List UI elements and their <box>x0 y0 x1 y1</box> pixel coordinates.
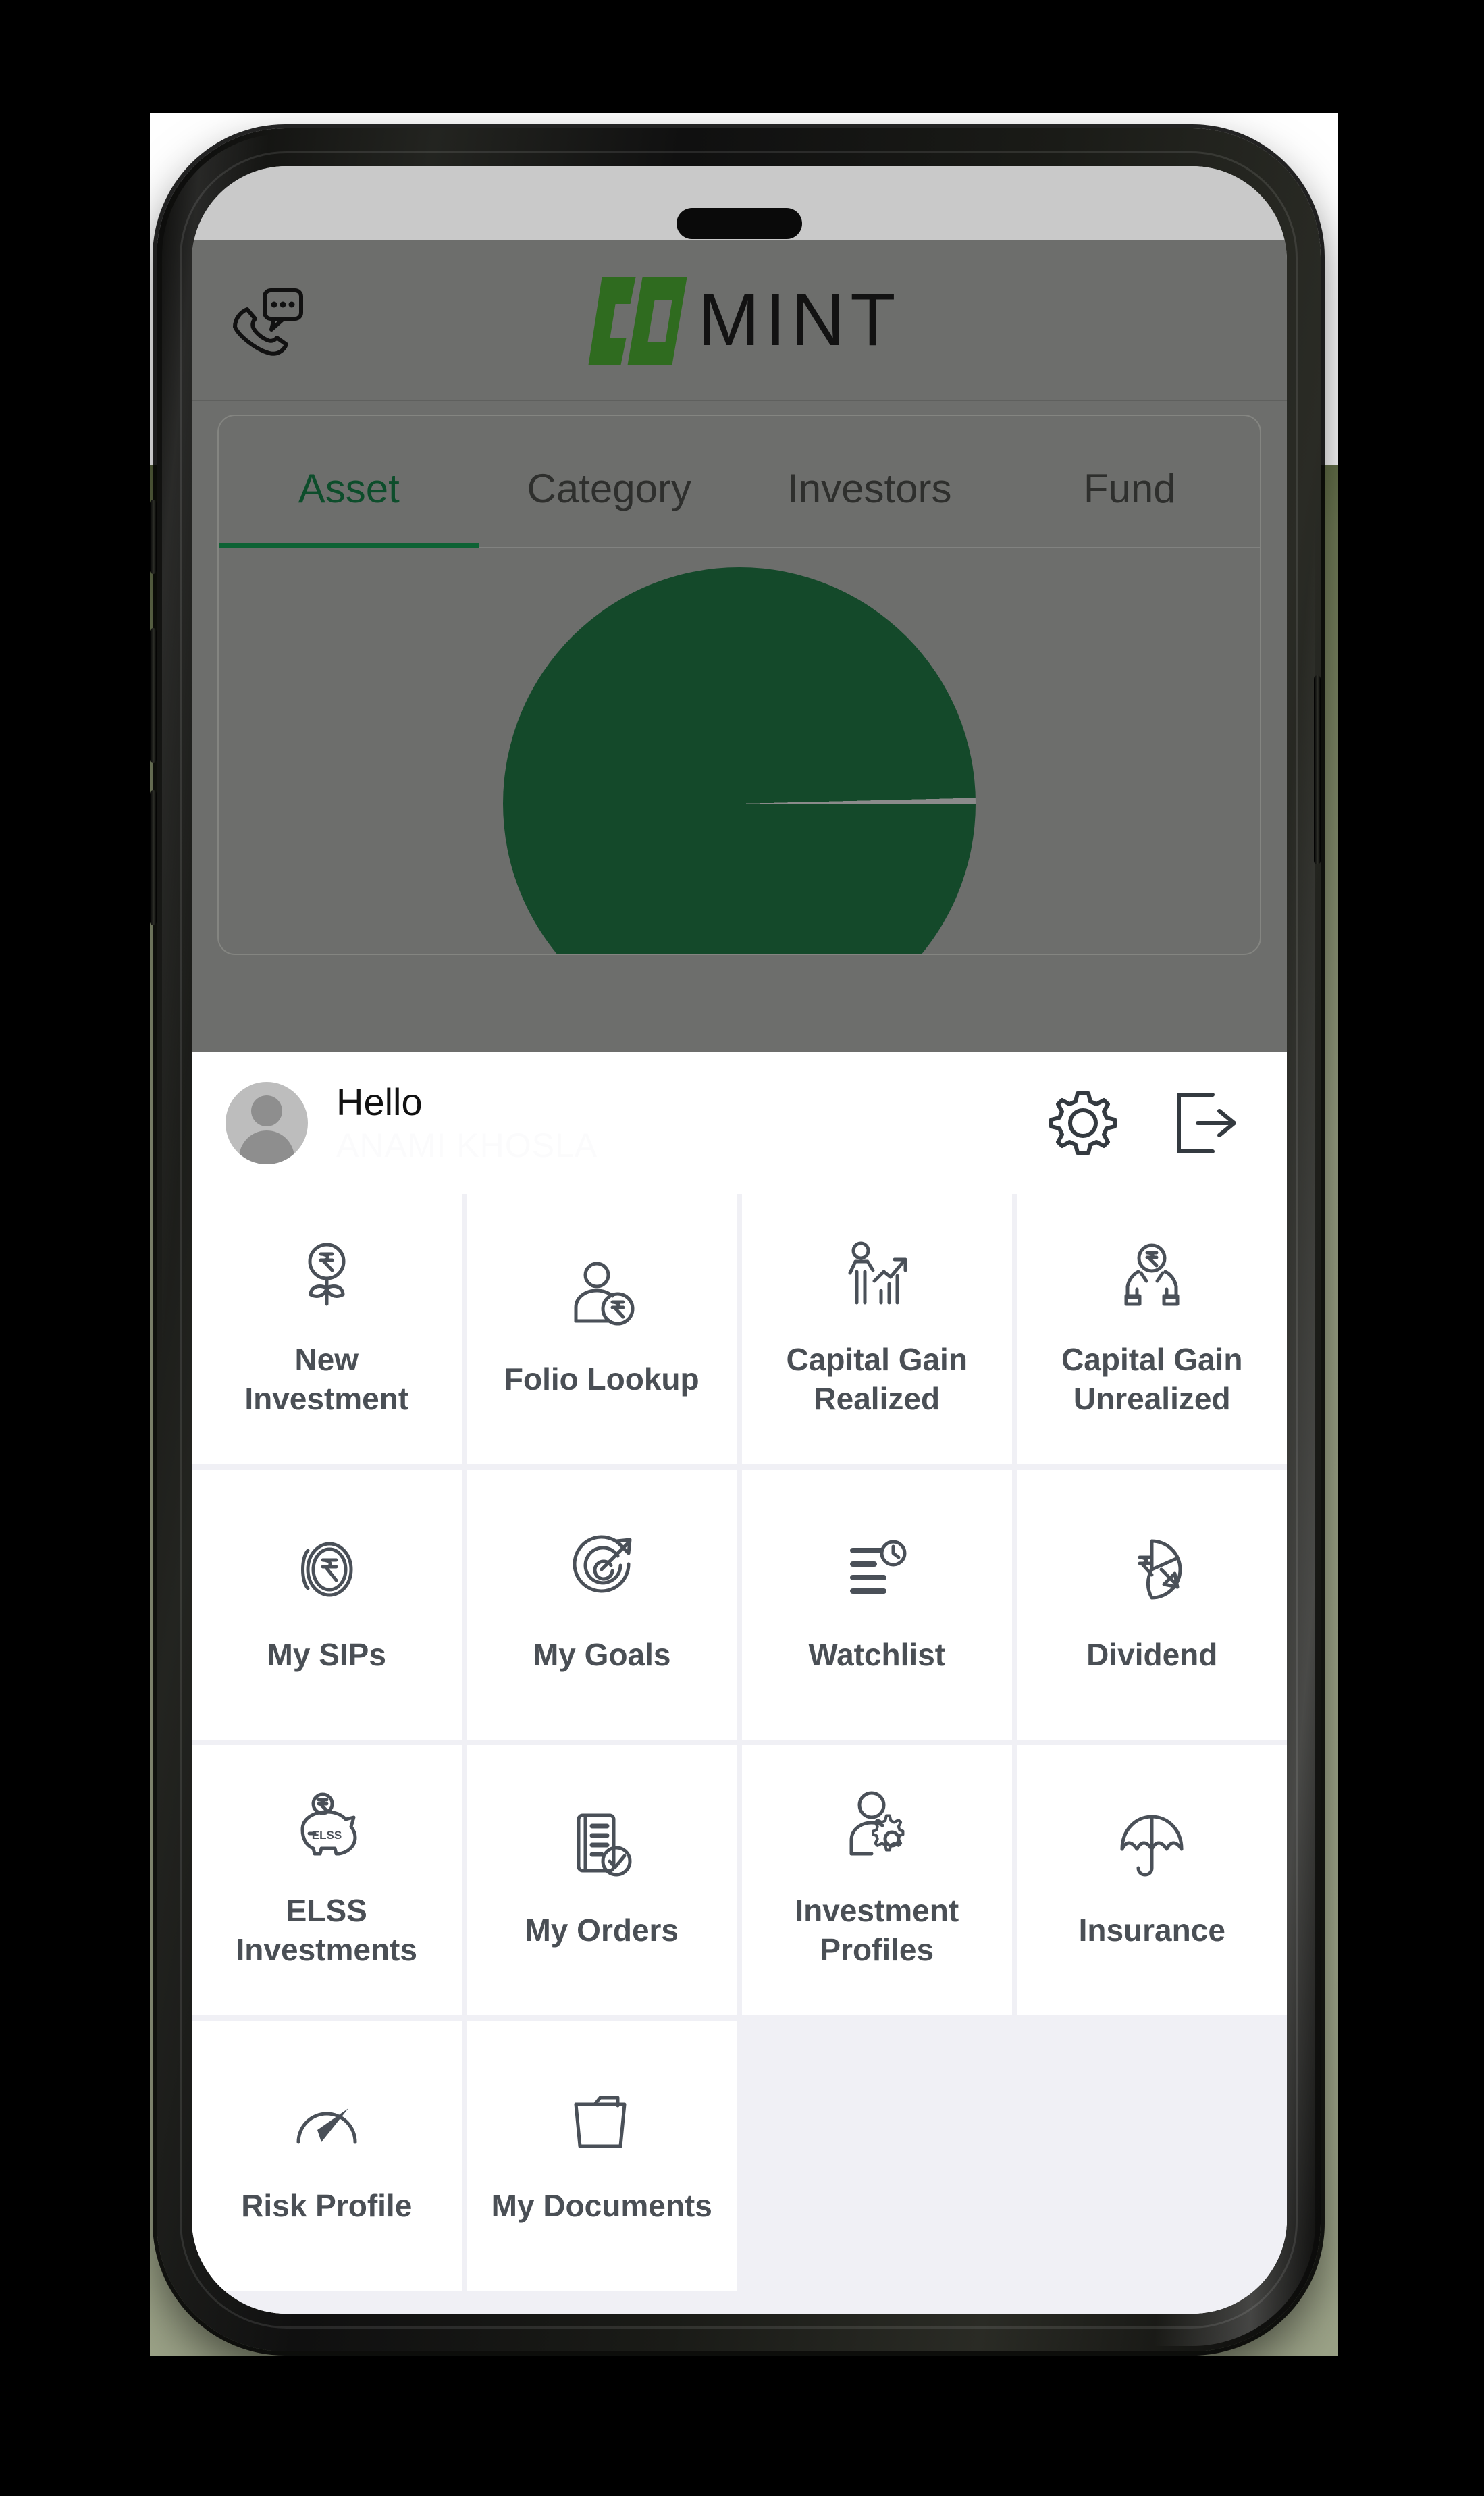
avatar[interactable] <box>226 1082 308 1164</box>
allocation-tabs: Asset Category Investors Fund <box>219 416 1260 548</box>
tab-investors[interactable]: Investors <box>739 465 1000 547</box>
person-growth-chart-icon <box>842 1239 912 1309</box>
tab-fund[interactable]: Fund <box>1000 465 1261 547</box>
menu-tile-my-orders[interactable]: My Orders <box>467 1745 737 2015</box>
menu-tile-label: Investment Profiles <box>795 1893 959 1967</box>
menu-grid: New Investment Folio Lookup Capital Gain… <box>192 1194 1287 2314</box>
profile-actions <box>1048 1088 1253 1158</box>
document-check-icon <box>566 1810 637 1880</box>
phone-chat-support-icon[interactable] <box>230 288 305 359</box>
pie-rupee-icon <box>1117 1534 1187 1605</box>
brand-logo: MINT <box>578 273 901 367</box>
phone-left-button-voldn[interactable] <box>150 790 157 925</box>
menu-tile-dividend[interactable]: Dividend <box>1017 1470 1287 1740</box>
menu-tile-elss-investments[interactable]: ELSS ELSS Investments <box>192 1745 462 2015</box>
menu-tile-my-documents[interactable]: My Documents <box>467 2021 737 2291</box>
tab-asset[interactable]: Asset <box>219 465 479 548</box>
menu-tile-label: My Goals <box>532 1637 671 1673</box>
phone-right-button-power[interactable] <box>1314 675 1321 864</box>
menu-tile-label: Insurance <box>1078 1913 1225 1948</box>
menu-tile-investment-profiles[interactable]: Investment Profiles <box>742 1745 1012 2015</box>
menu-tile-my-sips[interactable]: My SIPs <box>192 1470 462 1740</box>
menu-tile-watchlist[interactable]: Watchlist <box>742 1470 1012 1740</box>
person-rupee-icon <box>566 1259 637 1329</box>
brand-wordmark: MINT <box>697 278 901 361</box>
menu-tile-empty-2 <box>1017 2021 1287 2291</box>
mint-logo-mark-icon <box>578 273 702 367</box>
greeting-block: Hello ANAMI KHOSLA <box>336 1080 1048 1166</box>
menu-tile-folio-lookup[interactable]: Folio Lookup <box>467 1194 737 1464</box>
rupee-coin-icon <box>292 1534 362 1605</box>
pie-slice-group <box>503 567 976 954</box>
menu-tile-insurance[interactable]: Insurance <box>1017 1745 1287 2015</box>
phone-left-button-mute[interactable] <box>150 500 157 574</box>
hands-rupee-icon <box>1117 1239 1187 1309</box>
gear-icon[interactable] <box>1048 1088 1118 1158</box>
menu-tile-label: Capital Gain Unrealized <box>1061 1342 1243 1416</box>
portfolio-allocation-card: Asset Category Investors Fund <box>217 415 1261 955</box>
menu-tile-label: My Orders <box>525 1913 679 1948</box>
menu-tile-label: New Investment <box>244 1342 409 1416</box>
menu-tile-capital-gain-unrealized[interactable]: Capital Gain Unrealized <box>1017 1194 1287 1464</box>
menu-tile-label: Folio Lookup <box>504 1361 699 1397</box>
menu-tile-label: My Documents <box>491 2188 712 2224</box>
menu-tile-label: Risk Profile <box>241 2188 413 2224</box>
menu-tile-empty-1 <box>742 2021 1012 2291</box>
screen-notch <box>677 208 802 239</box>
profile-row: Hello ANAMI KHOSLA <box>192 1052 1287 1194</box>
menu-tile-new-investment[interactable]: New Investment <box>192 1194 462 1464</box>
menu-tile-label: Dividend <box>1086 1637 1218 1673</box>
menu-tile-capital-gain-realized[interactable]: Capital Gain Realized <box>742 1194 1012 1464</box>
piggy-bank-elss-icon: ELSS <box>292 1790 362 1861</box>
phone-left-button-volup[interactable] <box>150 628 157 763</box>
app-header: MINT <box>192 240 1287 401</box>
menu-tile-risk-profile[interactable]: Risk Profile <box>192 2021 462 2291</box>
phone-screen: MINT Asset Category Investors Fund Hello… <box>192 166 1287 2314</box>
target-arrow-icon <box>566 1534 637 1605</box>
menu-tile-my-goals[interactable]: My Goals <box>467 1470 737 1740</box>
screenshot-scene: MINT Asset Category Investors Fund Hello… <box>0 0 1484 2496</box>
folder-icon <box>566 2085 637 2156</box>
umbrella-icon <box>1117 1810 1187 1880</box>
menu-tile-label: Capital Gain Realized <box>786 1342 968 1416</box>
tab-category[interactable]: Category <box>479 465 740 547</box>
menu-tile-label: My SIPs <box>267 1637 386 1673</box>
svg-text:ELSS: ELSS <box>312 1829 342 1842</box>
list-clock-icon <box>842 1534 912 1605</box>
menu-tile-label: ELSS Investments <box>236 1893 417 1967</box>
gauge-icon <box>292 2085 362 2156</box>
user-name: ANAMI KHOSLA <box>336 1126 598 1164</box>
rupee-flower-icon <box>292 1239 362 1309</box>
logout-icon[interactable] <box>1171 1088 1241 1158</box>
greeting-text: Hello <box>336 1081 423 1124</box>
menu-tile-label: Watchlist <box>808 1637 946 1673</box>
profile-menu-drawer: Hello ANAMI KHOSLA New Investment Folio … <box>192 1052 1287 2314</box>
person-gear-icon <box>842 1790 912 1861</box>
allocation-pie-chart[interactable] <box>219 550 1260 954</box>
